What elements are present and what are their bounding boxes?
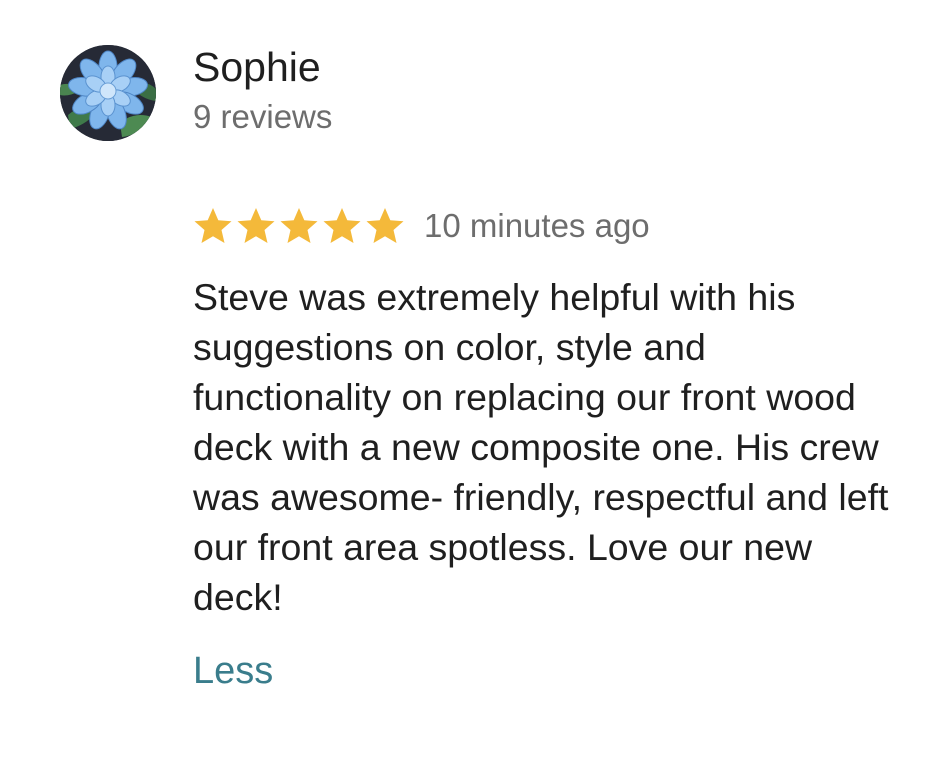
less-link[interactable]: Less bbox=[193, 647, 273, 695]
star-rating bbox=[193, 206, 408, 246]
review-text: Steve was extremely helpful with his sug… bbox=[193, 276, 889, 618]
review-timestamp: 10 minutes ago bbox=[424, 207, 650, 244]
review-count: 9 reviews bbox=[193, 98, 333, 135]
star-icon bbox=[193, 206, 233, 246]
star-icon bbox=[322, 206, 362, 246]
reviewer-avatar[interactable] bbox=[60, 45, 156, 141]
star-icon bbox=[365, 206, 405, 246]
star-icon bbox=[236, 206, 276, 246]
star-icon bbox=[279, 206, 319, 246]
rating-row: 10 minutes ago bbox=[193, 204, 650, 248]
reviewer-name[interactable]: Sophie bbox=[193, 43, 321, 91]
blue-flower-icon bbox=[60, 45, 156, 141]
